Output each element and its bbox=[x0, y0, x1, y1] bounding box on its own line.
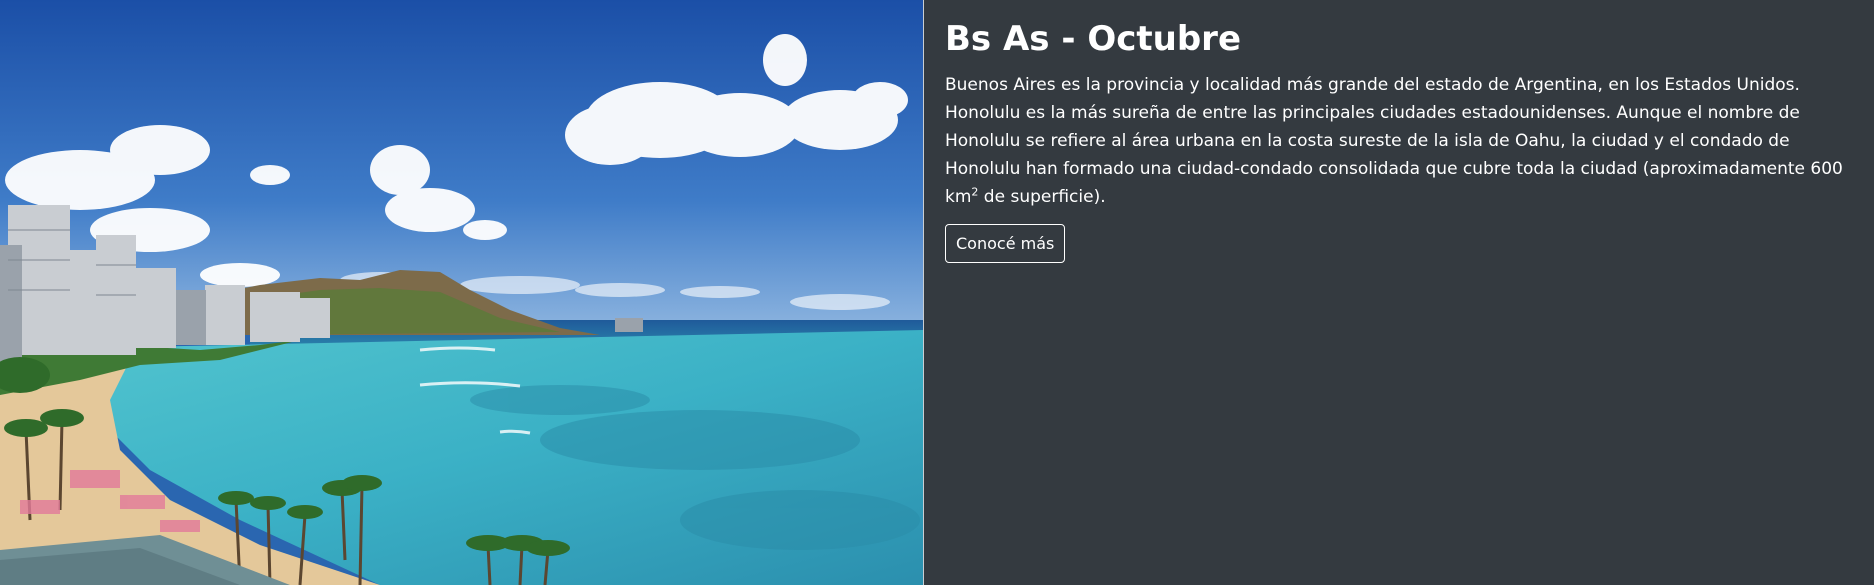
card-body: Bs As - Octubre Buenos Aires es la provi… bbox=[924, 0, 1874, 585]
card-image bbox=[0, 0, 924, 585]
card-title: Bs As - Octubre bbox=[945, 19, 1242, 59]
description-text-end: de superficie). bbox=[978, 187, 1106, 208]
learn-more-button[interactable]: Conocé más bbox=[945, 224, 1066, 264]
beach-photo bbox=[0, 0, 923, 585]
card-description: Buenos Aires es la provincia y localidad… bbox=[945, 71, 1856, 211]
card: Bs As - Octubre Buenos Aires es la provi… bbox=[0, 0, 1874, 585]
